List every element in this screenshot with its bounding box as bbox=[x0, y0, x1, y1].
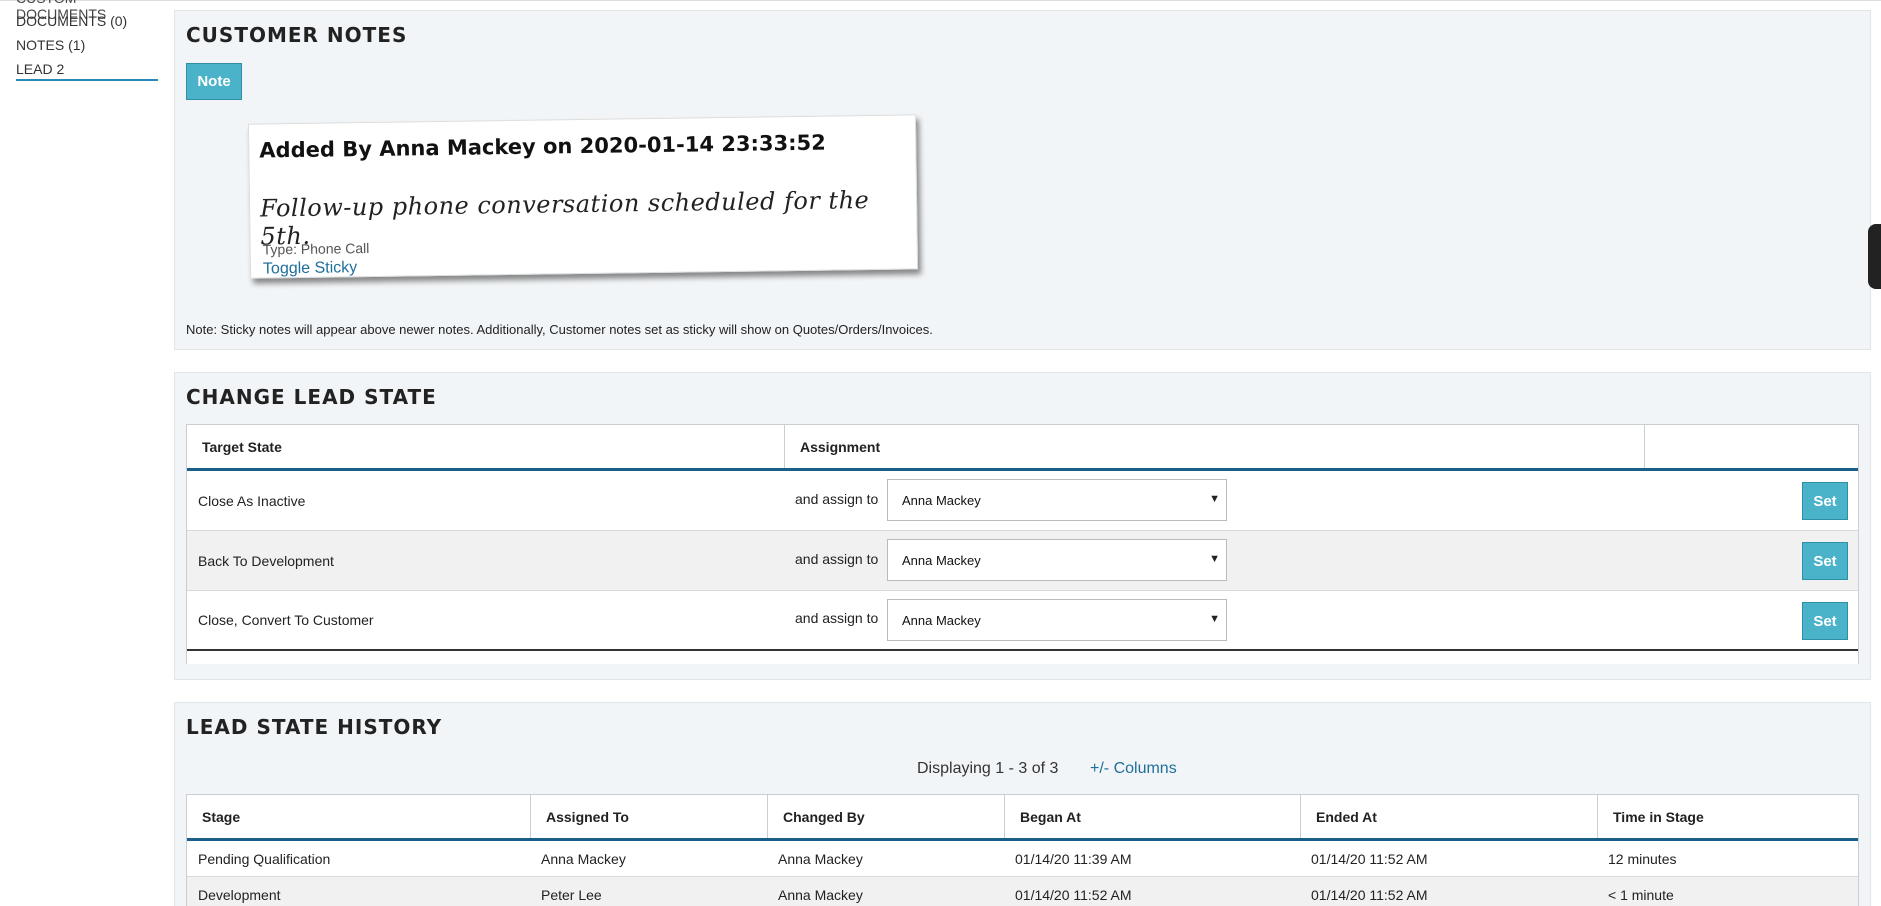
lead-state-history-heading: LEAD STATE HISTORY bbox=[186, 715, 443, 739]
target-state-label: Close As Inactive bbox=[198, 492, 306, 509]
col-assignment: Assignment bbox=[785, 425, 1645, 468]
sidebar-item-notes[interactable]: NOTES (1) bbox=[16, 37, 85, 53]
note-title: Added By Anna Mackey on 2020-01-14 23:33… bbox=[259, 130, 826, 163]
set-button[interactable]: Set bbox=[1802, 542, 1848, 580]
lead-state-table: Target State Assignment Close As Inactiv… bbox=[186, 424, 1859, 664]
time-in-stage-cell: 12 minutes bbox=[1608, 850, 1677, 867]
assignee-value: Anna Mackey bbox=[902, 612, 981, 628]
began-at-cell: 01/14/20 11:39 AM bbox=[1015, 850, 1132, 867]
assign-label: and assign to bbox=[795, 610, 879, 626]
sidebar-item-documents[interactable]: DOCUMENTS (0) bbox=[16, 13, 127, 29]
change-lead-state-heading: CHANGE LEAD STATE bbox=[186, 385, 437, 409]
customer-notes-heading: CUSTOMER NOTES bbox=[186, 23, 408, 47]
lead-state-history-panel: LEAD STATE HISTORY Displaying 1 - 3 of 3… bbox=[174, 702, 1871, 906]
chevron-down-icon: ▼ bbox=[1209, 493, 1220, 505]
assignee-value: Anna Mackey bbox=[902, 492, 981, 508]
add-note-button[interactable]: Note bbox=[186, 63, 242, 100]
table-row: Close, Convert To Customer and assign to… bbox=[187, 591, 1858, 651]
sidebar: Custom Documents DOCUMENTS (0) NOTES (1)… bbox=[0, 0, 170, 906]
assigned-to-cell: Anna Mackey bbox=[541, 850, 626, 867]
set-button[interactable]: Set bbox=[1802, 482, 1848, 520]
set-button[interactable]: Set bbox=[1802, 602, 1848, 640]
sidebar-item-lead[interactable]: LEAD 2 bbox=[16, 61, 158, 81]
col-target-state: Target State bbox=[187, 425, 785, 468]
customer-notes-panel: CUSTOMER NOTES Note Added By Anna Mackey… bbox=[174, 10, 1871, 350]
note-type: Type: Phone Call bbox=[262, 239, 370, 258]
pagination-summary: Displaying 1 - 3 of 3 bbox=[917, 760, 1059, 777]
toggle-sticky-link[interactable]: Toggle Sticky bbox=[263, 259, 358, 278]
chevron-down-icon: ▼ bbox=[1209, 613, 1220, 625]
ended-at-cell: 01/14/20 11:52 AM bbox=[1311, 886, 1428, 903]
changed-by-cell: Anna Mackey bbox=[778, 886, 863, 903]
assignee-select[interactable]: Anna Mackey ▼ bbox=[887, 599, 1227, 641]
time-in-stage-cell: < 1 minute bbox=[1608, 886, 1674, 903]
began-at-cell: 01/14/20 11:52 AM bbox=[1015, 886, 1132, 903]
col-changed-by: Changed By bbox=[768, 795, 1005, 838]
table-row: Development Peter Lee Anna Mackey 01/14/… bbox=[187, 877, 1858, 906]
assignee-select[interactable]: Anna Mackey ▼ bbox=[887, 539, 1227, 581]
change-lead-state-panel: CHANGE LEAD STATE Target State Assignmen… bbox=[174, 372, 1871, 680]
toggle-columns-link[interactable]: +/- Columns bbox=[1090, 760, 1177, 778]
stage-cell: Development bbox=[198, 886, 281, 903]
chevron-down-icon: ▼ bbox=[1209, 553, 1220, 565]
top-border bbox=[0, 0, 1881, 3]
target-state-label: Back To Development bbox=[198, 552, 334, 569]
side-feedback-tab[interactable] bbox=[1868, 224, 1881, 289]
assignee-value: Anna Mackey bbox=[902, 552, 981, 568]
sticky-note: Added By Anna Mackey on 2020-01-14 23:33… bbox=[247, 114, 919, 279]
assign-label: and assign to bbox=[795, 490, 879, 507]
col-assigned-to: Assigned To bbox=[531, 795, 768, 838]
table-row: Pending Qualification Anna Mackey Anna M… bbox=[187, 841, 1858, 877]
stage-cell: Pending Qualification bbox=[198, 850, 331, 867]
table-row: Close As Inactive and assign to Anna Mac… bbox=[187, 471, 1858, 531]
table-row: Back To Development and assign to Anna M… bbox=[187, 531, 1858, 591]
col-stage: Stage bbox=[187, 795, 531, 838]
assign-label: and assign to bbox=[795, 550, 879, 567]
sticky-footnote: Note: Sticky notes will appear above new… bbox=[186, 322, 933, 337]
table-header: Target State Assignment bbox=[187, 425, 1858, 471]
changed-by-cell: Anna Mackey bbox=[778, 850, 863, 867]
assigned-to-cell: Peter Lee bbox=[541, 886, 602, 903]
col-ended-at: Ended At bbox=[1301, 795, 1598, 838]
col-time-in-stage: Time in Stage bbox=[1613, 808, 1704, 825]
col-began-at: Began At bbox=[1005, 795, 1301, 838]
assignee-select[interactable]: Anna Mackey ▼ bbox=[887, 479, 1227, 521]
table-header: Stage Assigned To Changed By Began At En… bbox=[187, 795, 1858, 841]
history-table: Stage Assigned To Changed By Began At En… bbox=[186, 794, 1859, 906]
ended-at-cell: 01/14/20 11:52 AM bbox=[1311, 850, 1428, 867]
target-state-label: Close, Convert To Customer bbox=[198, 612, 374, 628]
